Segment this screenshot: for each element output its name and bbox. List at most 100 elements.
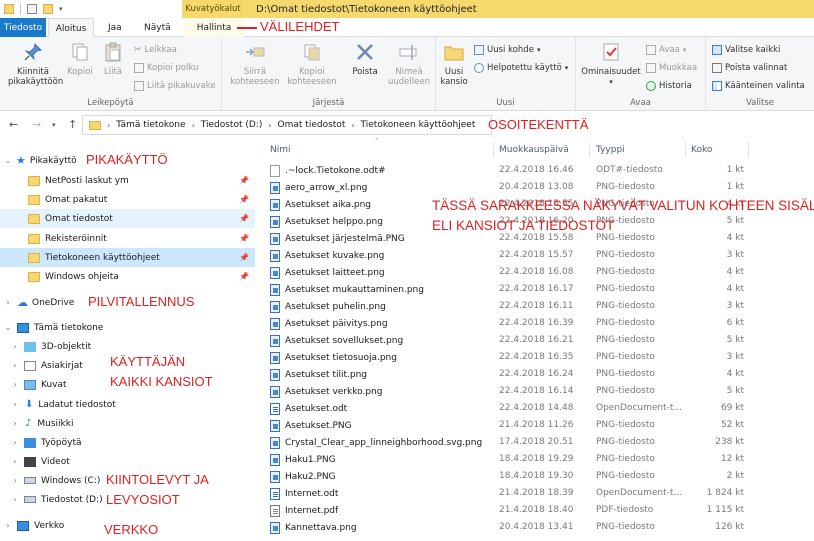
tab-home[interactable]: Aloitus — [48, 18, 94, 38]
recent-dropdown-icon[interactable]: ▾ — [52, 121, 56, 129]
expand-chevron-icon[interactable]: › — [10, 495, 20, 504]
file-row[interactable]: Asetukset kuvake.png 22.4.2018 15.57 PNG-t… — [262, 248, 814, 265]
expand-chevron-icon[interactable]: › — [10, 438, 20, 447]
file-row[interactable]: Asetukset laitteet.png 22.4.2018 16.08 PNG… — [262, 265, 814, 282]
invert-selection-button[interactable]: Käänteinen valinta — [712, 79, 805, 92]
breadcrumb-omat-tiedostot[interactable]: Omat tiedostot — [278, 120, 346, 130]
qat-dropdown-icon[interactable]: ▾ — [59, 5, 63, 13]
tab-view[interactable]: Näytä — [136, 18, 179, 37]
file-row[interactable]: Asetukset.PNG 21.4.2018 11.26 PNG-tiedosto… — [262, 418, 814, 435]
nav-pc-item-music[interactable]: › ♪ Musiikki — [0, 414, 255, 433]
file-size: 4 kt — [726, 369, 744, 379]
nav-quick-item-windows-ohjeita[interactable]: Windows ohjeita 📌 — [0, 267, 255, 286]
breadcrumb-separator-icon[interactable]: › — [192, 121, 195, 130]
column-header-size[interactable]: Koko — [691, 140, 712, 160]
edit-button[interactable]: Muokkaa — [646, 61, 697, 74]
tab-manage[interactable]: Hallinta — [184, 18, 244, 37]
paste-shortcut-button[interactable]: Liitä pikakuvake — [134, 79, 216, 92]
file-row[interactable]: Asetukset päivitys.png 22.4.2018 16.39 PNG… — [262, 316, 814, 333]
copy-path-button[interactable]: Kopioi polku — [134, 61, 198, 74]
up-arrow-icon[interactable]: ↑ — [68, 118, 77, 131]
nav-quick-item-rekisteroinnit[interactable]: Rekisteröinnit 📌 — [0, 229, 255, 248]
nav-pc-item-desktop[interactable]: › Työpöytä — [0, 433, 255, 452]
select-all-button[interactable]: Valitse kaikki — [712, 43, 780, 56]
file-row[interactable]: Haku2.PNG 18.4.2018 19.30 PNG-tiedosto 2 kt — [262, 469, 814, 486]
file-name-cell: Asetukset tietosuoja.png — [270, 352, 397, 364]
select-none-button[interactable]: Poista valinnat — [712, 61, 787, 74]
column-header-name[interactable]: Nimi — [270, 140, 291, 160]
file-row[interactable]: .~lock.Tietokone.odt# 22.4.2018 16.46 ODT#… — [262, 163, 814, 180]
column-separator[interactable] — [493, 142, 494, 158]
breadcrumb-separator-icon[interactable]: › — [107, 121, 110, 130]
new-folder-button[interactable]: Uusi kansio — [438, 41, 470, 87]
open-button[interactable]: Avaa ▾ — [646, 43, 686, 56]
copy-button[interactable]: Kopioi — [64, 41, 96, 77]
move-to-button[interactable]: Siirrä kohteeseen — [228, 41, 282, 87]
breadcrumb-separator-icon[interactable]: › — [268, 121, 271, 130]
pin-quick-access-button[interactable]: Kiinnitä pikakäyttöön — [4, 41, 63, 87]
column-separator[interactable] — [748, 142, 749, 158]
column-separator[interactable] — [589, 142, 590, 158]
nav-quick-item-kayttoohjeet[interactable]: Tietokoneen käyttöohjeet 📌 — [0, 248, 255, 267]
address-bar[interactable]: › Tämä tietokone › Tiedostot (D:) › Omat… — [82, 115, 492, 135]
breadcrumb-separator-icon[interactable]: › — [351, 121, 354, 130]
qat-properties-icon[interactable] — [27, 4, 37, 14]
breadcrumb-this-pc[interactable]: Tämä tietokone — [116, 120, 185, 130]
move-to-label: Siirrä kohteeseen — [230, 67, 280, 87]
qat-new-folder-icon[interactable] — [43, 4, 53, 14]
expand-chevron-icon[interactable]: › — [3, 298, 13, 307]
nav-pc-item-videos[interactable]: › Videot — [0, 452, 255, 471]
file-row[interactable]: Asetukset tilit.png 22.4.2018 16.24 PNG-ti… — [262, 367, 814, 384]
easy-access-button[interactable]: Helpotettu käyttö ▾ — [474, 61, 568, 74]
file-row[interactable]: Asetukset.odt 22.4.2018 14.48 OpenDocument… — [262, 401, 814, 418]
nav-quick-item-omat-tiedostot[interactable]: Omat tiedostot 📌 — [0, 209, 255, 228]
file-name: Internet.odt — [285, 489, 339, 499]
file-row[interactable]: aero_arrow_xl.png 20.4.2018 13.08 PNG-tied… — [262, 180, 814, 197]
collapse-chevron-icon[interactable]: ⌄ — [3, 323, 13, 332]
nav-this-pc[interactable]: ⌄ Tämä tietokone — [0, 318, 255, 337]
nav-pc-item-downloads[interactable]: › ⬇ Ladatut tiedostot — [0, 395, 255, 414]
tab-share[interactable]: Jaa — [100, 18, 130, 37]
nav-quick-item-omat-pakatut[interactable]: Omat pakatut 📌 — [0, 190, 255, 209]
expand-chevron-icon[interactable]: › — [10, 342, 20, 351]
breadcrumb-drive-d[interactable]: Tiedostot (D:) — [201, 120, 263, 130]
history-button[interactable]: Historia — [646, 79, 692, 92]
file-row[interactable]: Kannettava.png 20.4.2018 13.41 PNG-tiedost… — [262, 520, 814, 537]
expand-chevron-icon[interactable]: › — [10, 380, 20, 389]
expand-chevron-icon[interactable]: › — [10, 419, 20, 428]
delete-button[interactable]: Poista — [346, 41, 384, 77]
file-row[interactable]: Internet.pdf 21.4.2018 18.40 PDF-tiedosto 1… — [262, 503, 814, 520]
rename-button[interactable]: Nimeä uudelleen — [386, 41, 432, 87]
drive-c-icon — [24, 477, 36, 484]
nav-quick-item-netposti[interactable]: NetPosti laskut ym 📌 — [0, 171, 255, 190]
forward-arrow-icon[interactable]: → — [32, 118, 41, 131]
file-row[interactable]: Crystal_Clear_app_linneighborhood.svg.pn… — [262, 435, 814, 452]
copy-to-button[interactable]: Kopioi kohteeseen — [284, 41, 340, 87]
file-row[interactable]: Asetukset tietosuoja.png 22.4.2018 16.35 P… — [262, 350, 814, 367]
column-header-modified[interactable]: Muokkauspäivä — [499, 140, 569, 160]
organize-group-label: Järjestä — [312, 98, 345, 108]
file-row[interactable]: Asetukset sovellukset.png 22.4.2018 16.21… — [262, 333, 814, 350]
file-row[interactable]: Internet.odt 21.4.2018 18.39 OpenDocument-… — [262, 486, 814, 503]
column-separator[interactable] — [685, 142, 686, 158]
expand-chevron-icon[interactable]: › — [10, 361, 20, 370]
tab-file[interactable]: Tiedosto — [0, 18, 46, 37]
expand-chevron-icon[interactable]: › — [10, 476, 20, 485]
paste-button[interactable]: Liitä — [98, 41, 128, 77]
file-row[interactable]: Asetukset puhelin.png 22.4.2018 16.11 PNG-… — [262, 299, 814, 316]
collapse-chevron-icon[interactable]: ⌄ — [3, 156, 13, 165]
file-row[interactable]: Asetukset mukauttaminen.png 22.4.2018 16.… — [262, 282, 814, 299]
qat-folder-icon[interactable] — [4, 4, 14, 14]
expand-chevron-icon[interactable]: › — [3, 521, 13, 530]
file-row[interactable]: Asetukset verkko.png 22.4.2018 16.14 PNG-t… — [262, 384, 814, 401]
breadcrumb-current-folder[interactable]: Tietokoneen käyttöohjeet — [361, 120, 476, 130]
back-arrow-icon[interactable]: ← — [9, 118, 18, 131]
column-header-type[interactable]: Tyyppi — [596, 140, 625, 160]
expand-chevron-icon[interactable]: › — [10, 400, 20, 409]
properties-button[interactable]: Ominaisuudet ▾ — [580, 41, 642, 87]
file-row[interactable]: Haku1.PNG 18.4.2018 19.29 PNG-tiedosto 12 k… — [262, 452, 814, 469]
file-row[interactable]: Asetukset järjestelmä.PNG 22.4.2018 15.58… — [262, 231, 814, 248]
expand-chevron-icon[interactable]: › — [10, 457, 20, 466]
cut-button[interactable]: ✂ Leikkaa — [134, 43, 177, 56]
new-item-button[interactable]: Uusi kohde ▾ — [474, 43, 540, 56]
